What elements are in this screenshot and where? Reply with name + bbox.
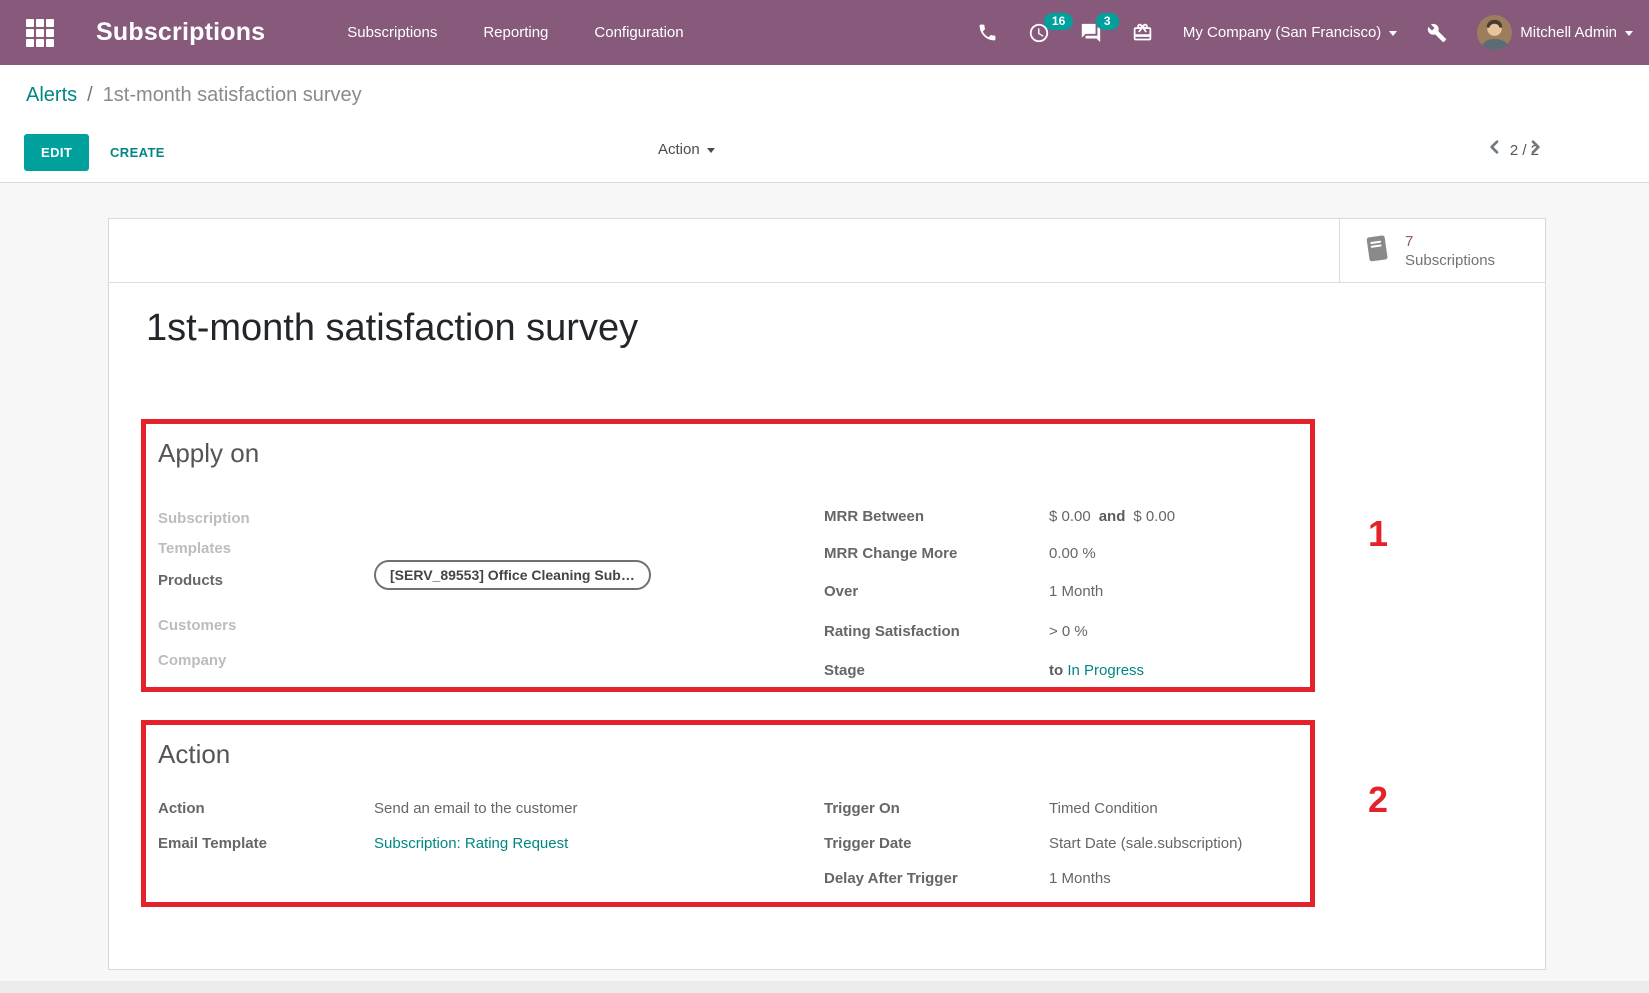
mrr-change-more-label: MRR Change More: [824, 545, 957, 562]
trigger-on-value: Timed Condition: [1049, 800, 1158, 817]
action-header: Action: [158, 739, 230, 770]
annotation-number-2: 2: [1368, 779, 1388, 821]
subscription-templates-label: Subscription Templates: [158, 504, 308, 564]
action-dropdown-label: Action: [658, 141, 700, 158]
chevron-down-icon: [707, 148, 715, 153]
activities-button[interactable]: 16: [1028, 22, 1050, 44]
mrr-change-more-value: 0.00 %: [1049, 545, 1096, 562]
create-button[interactable]: CREATE: [110, 134, 165, 171]
mrr-between-value: $ 0.00 and $ 0.00: [1049, 508, 1175, 525]
annotation-number-1: 1: [1368, 513, 1388, 555]
top-navbar: Subscriptions Subscriptions Reporting Co…: [0, 0, 1649, 65]
mrr-max-value: $ 0.00: [1133, 508, 1175, 525]
email-template-link[interactable]: Subscription: Rating Request: [374, 835, 568, 852]
stat-button-label: Subscriptions: [1405, 251, 1495, 270]
mrr-and-text: and: [1099, 508, 1126, 525]
products-label: Products: [158, 572, 223, 589]
book-icon: [1362, 234, 1391, 268]
apply-on-header: Apply on: [158, 438, 259, 469]
rating-satisfaction-label: Rating Satisfaction: [824, 623, 960, 640]
trigger-on-label: Trigger On: [824, 800, 900, 817]
customers-label: Customers: [158, 617, 236, 634]
over-value: 1 Month: [1049, 583, 1103, 600]
over-label: Over: [824, 583, 858, 600]
chevron-down-icon: [1389, 31, 1397, 36]
action-value: Send an email to the customer: [374, 800, 577, 817]
stage-link[interactable]: In Progress: [1067, 662, 1144, 679]
trigger-date-value: Start Date (sale.subscription): [1049, 835, 1242, 852]
company-label: Company: [158, 652, 226, 669]
subscriptions-stat-button[interactable]: 7 Subscriptions: [1339, 219, 1545, 283]
delay-after-trigger-label: Delay After Trigger: [824, 870, 958, 887]
control-panel: EDIT CREATE Action 2 / 2: [0, 125, 1649, 183]
mrr-between-label: MRR Between: [824, 508, 924, 525]
nav-item-configuration[interactable]: Configuration: [594, 24, 683, 41]
activity-count-badge: 16: [1044, 13, 1073, 30]
stat-button-count: 7: [1405, 232, 1495, 251]
breadcrumb-parent-link[interactable]: Alerts: [26, 84, 77, 107]
nav-item-reporting[interactable]: Reporting: [483, 24, 548, 41]
stage-label: Stage: [824, 662, 865, 679]
chevron-down-icon: [1625, 31, 1633, 36]
rating-satisfaction-value: > 0 %: [1049, 623, 1088, 640]
mrr-min-value: $ 0.00: [1049, 508, 1091, 525]
phone-icon[interactable]: [977, 22, 998, 43]
annotation-box-action: Action Action Send an email to the custo…: [141, 720, 1315, 907]
stage-value: to In Progress: [1049, 662, 1144, 679]
annotation-box-apply-on: Apply on Subscription Templates Products…: [141, 419, 1315, 692]
pager-next-button[interactable]: [1527, 139, 1543, 158]
debug-tools-icon[interactable]: [1427, 23, 1447, 43]
apps-menu-icon[interactable]: [26, 19, 54, 47]
gift-icon[interactable]: [1132, 22, 1153, 43]
user-name: Mitchell Admin: [1520, 24, 1617, 41]
message-count-badge: 3: [1096, 13, 1119, 30]
systray: 16 3 My Company (San Francisco) Mitchell…: [977, 15, 1633, 50]
delay-after-trigger-value: 1 Months: [1049, 870, 1111, 887]
pager-previous-button[interactable]: [1487, 139, 1503, 158]
button-box-strip: 7 Subscriptions: [109, 219, 1545, 283]
breadcrumb-separator: /: [87, 84, 93, 107]
edit-button[interactable]: EDIT: [24, 134, 89, 171]
company-name: My Company (San Francisco): [1183, 24, 1381, 41]
record-title: 1st-month satisfaction survey: [146, 307, 638, 350]
breadcrumb-current: 1st-month satisfaction survey: [103, 84, 362, 107]
form-view-background: 7 Subscriptions 1st-month satisfaction s…: [0, 183, 1649, 993]
nav-item-subscriptions[interactable]: Subscriptions: [347, 24, 437, 41]
trigger-date-label: Trigger Date: [824, 835, 912, 852]
stage-to-text: to: [1049, 662, 1063, 679]
breadcrumb: Alerts / 1st-month satisfaction survey: [0, 65, 1649, 125]
user-menu[interactable]: Mitchell Admin: [1477, 15, 1633, 50]
company-switcher[interactable]: My Company (San Francisco): [1183, 24, 1397, 41]
email-template-label: Email Template: [158, 835, 267, 852]
products-tag[interactable]: [SERV_89553] Office Cleaning Sub…: [374, 560, 651, 590]
main-menu: Subscriptions Reporting Configuration: [347, 24, 683, 41]
action-label: Action: [158, 800, 205, 817]
page-bottom-strip: [0, 981, 1649, 993]
stat-button-text: 7 Subscriptions: [1405, 232, 1495, 270]
app-title: Subscriptions: [96, 18, 265, 47]
messages-button[interactable]: 3: [1080, 22, 1102, 44]
avatar: [1477, 15, 1512, 50]
form-sheet: 7 Subscriptions 1st-month satisfaction s…: [108, 218, 1546, 970]
action-dropdown[interactable]: Action: [658, 141, 715, 158]
